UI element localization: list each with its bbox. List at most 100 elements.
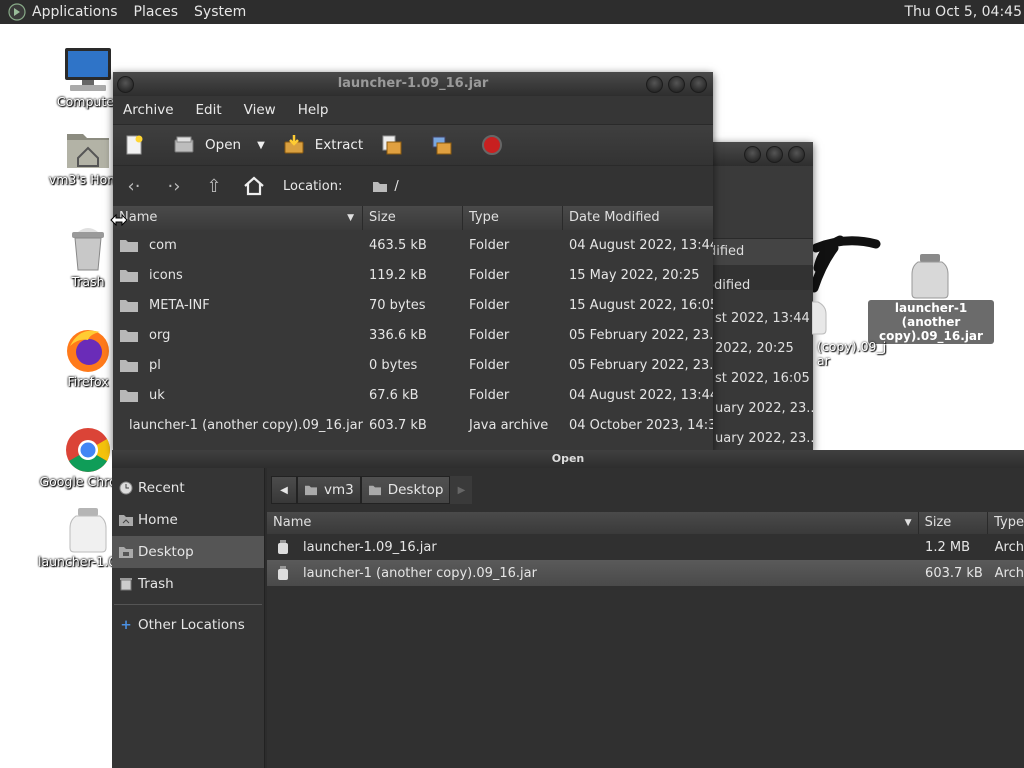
jar-icon: [811, 301, 827, 335]
path-scroll-right-button[interactable]: ▶: [450, 476, 473, 504]
trash-icon: [72, 228, 104, 271]
column-size[interactable]: Size: [919, 512, 989, 534]
column-type[interactable]: Type: [463, 206, 563, 230]
folder-icon: [120, 359, 138, 372]
menu-edit[interactable]: Edit: [196, 102, 222, 118]
mate-logo-icon[interactable]: [8, 3, 26, 21]
column-name[interactable]: Name ▼: [267, 512, 919, 534]
recent-icon: [119, 481, 133, 495]
desktop-icon: [368, 485, 381, 496]
column-size[interactable]: Size: [363, 206, 463, 230]
add-folder-button[interactable]: [431, 134, 463, 156]
trash-icon: [120, 578, 132, 591]
home-icon: [119, 515, 133, 526]
path-button-desktop[interactable]: Desktop: [360, 476, 451, 504]
folder-icon: [120, 269, 138, 282]
location-bar: ‹· ·› ⇧ Location: /: [113, 165, 713, 206]
table-row[interactable]: launcher-1 (another copy).09_16.jar 603.…: [267, 560, 1024, 586]
sidebar-item-home[interactable]: Home: [112, 504, 264, 536]
extract-icon: [284, 135, 304, 154]
archive-manager-window[interactable]: launcher-1.09_16.jar Archive Edit View H…: [113, 72, 713, 452]
clock[interactable]: Thu Oct 5, 04:45: [904, 0, 1024, 24]
open-archive-icon: [174, 136, 194, 153]
chevron-down-icon[interactable]: ▼: [257, 140, 265, 151]
column-name[interactable]: Name ▼: [113, 206, 363, 230]
table-row[interactable]: icons 119.2 kB Folder 15 May 2022, 20:25: [113, 260, 713, 290]
path-scroll-left-button[interactable]: ◀: [271, 476, 297, 504]
table-row[interactable]: pl 0 bytes Folder 05 February 2022, 23..…: [113, 350, 713, 380]
sort-down-icon: ▼: [904, 518, 912, 528]
menu-help[interactable]: Help: [298, 102, 329, 118]
folder-icon: [120, 389, 138, 402]
open-dialog-column-headers: Name ▼ Size Type: [267, 512, 1024, 534]
sort-down-icon: ▼: [347, 213, 354, 223]
path-bar: ◀ vm3 Desktop ▶: [267, 468, 1024, 512]
up-icon[interactable]: ⇧: [203, 176, 225, 197]
back-icon[interactable]: ‹·: [123, 176, 145, 197]
archive-window-titlebar[interactable]: launcher-1.09_16.jar: [113, 72, 713, 96]
table-row[interactable]: launcher-1.09_16.jar 1.2 MB Arch: [267, 534, 1024, 560]
new-archive-button[interactable]: [123, 134, 155, 156]
desktop-icon-selected-label: launcher-1 (another copy).09_16.jar: [868, 300, 994, 344]
bg-date-cell: uary 2022, 23...: [715, 401, 813, 416]
maximize-icon[interactable]: [668, 76, 685, 93]
open-file-dialog[interactable]: Open Recent Home Desktop Trash + Other L…: [112, 450, 1024, 768]
folder-icon: [120, 329, 138, 342]
location-label: Location:: [283, 178, 343, 194]
bg-date-cell: st 2022, 13:44: [715, 311, 810, 326]
forward-icon[interactable]: ·›: [163, 176, 185, 197]
menu-system[interactable]: System: [194, 4, 246, 20]
maximize-icon[interactable]: [766, 146, 783, 163]
table-row[interactable]: uk 67.6 kB Folder 04 August 2022, 13:44: [113, 380, 713, 410]
archive-toolbar: Open ▼ Extract: [113, 124, 713, 165]
minimize-icon[interactable]: [744, 146, 761, 163]
stop-button[interactable]: [481, 134, 513, 156]
archive-window-title: launcher-1.09_16.jar: [337, 76, 489, 91]
archive-file-list: com 463.5 kB Folder 04 August 2022, 13:4…: [113, 230, 713, 452]
add-files-button[interactable]: [381, 134, 413, 156]
sidebar-item-other-locations[interactable]: + Other Locations: [112, 609, 264, 641]
home-icon[interactable]: [243, 176, 265, 196]
sidebar-item-recent[interactable]: Recent: [112, 472, 264, 504]
chrome-icon: [66, 428, 110, 472]
sidebar-item-trash[interactable]: Trash: [112, 568, 264, 600]
window-menu-icon[interactable]: [117, 76, 134, 93]
background-window-titlebar[interactable]: [700, 142, 813, 166]
column-date-modified[interactable]: Date Modified: [563, 206, 713, 230]
table-row[interactable]: com 463.5 kB Folder 04 August 2022, 13:4…: [113, 230, 713, 260]
home-folder-icon: [67, 134, 109, 168]
desktop-icon: [119, 547, 133, 558]
location-value[interactable]: /: [394, 179, 398, 194]
close-icon[interactable]: [788, 146, 805, 163]
menu-places[interactable]: Places: [134, 4, 179, 20]
jar-icon: [911, 254, 949, 299]
add-files-icon: [382, 135, 402, 155]
desktop-icon-another-copy-jar[interactable]: [880, 252, 980, 300]
menu-archive[interactable]: Archive: [123, 102, 174, 118]
extract-button[interactable]: Extract: [283, 134, 363, 156]
open-dialog-title[interactable]: Open: [112, 450, 1024, 468]
path-button-vm3[interactable]: vm3: [297, 476, 361, 504]
jar-icon: [69, 508, 107, 553]
background-window-colhead[interactable]: odified: [700, 239, 813, 265]
resize-cursor-icon: [110, 213, 128, 227]
folder-icon: [373, 181, 388, 192]
background-window-toolbar: [700, 166, 813, 239]
home-icon: [305, 485, 317, 496]
table-row[interactable]: launcher-1 (another copy).09_16.jar 603.…: [113, 410, 713, 440]
new-document-icon: [126, 135, 143, 155]
desktop-partial-jar[interactable]: [811, 296, 832, 340]
desktop-partial-label: (copy).09_jar: [817, 339, 887, 368]
sidebar-item-desktop[interactable]: Desktop: [112, 536, 264, 568]
menu-applications[interactable]: Applications: [32, 4, 118, 20]
open-dialog-main: ◀ vm3 Desktop ▶ Name ▼ Size Type launche…: [267, 468, 1024, 768]
column-type[interactable]: Type: [988, 512, 1024, 534]
table-row[interactable]: META-INF 70 bytes Folder 15 August 2022,…: [113, 290, 713, 320]
minimize-icon[interactable]: [646, 76, 663, 93]
folder-icon: [120, 299, 138, 312]
jar-file-icon: [278, 566, 288, 580]
close-icon[interactable]: [690, 76, 707, 93]
menu-view[interactable]: View: [244, 102, 276, 118]
table-row[interactable]: org 336.6 kB Folder 05 February 2022, 23…: [113, 320, 713, 350]
open-button[interactable]: Open ▼: [173, 134, 265, 156]
